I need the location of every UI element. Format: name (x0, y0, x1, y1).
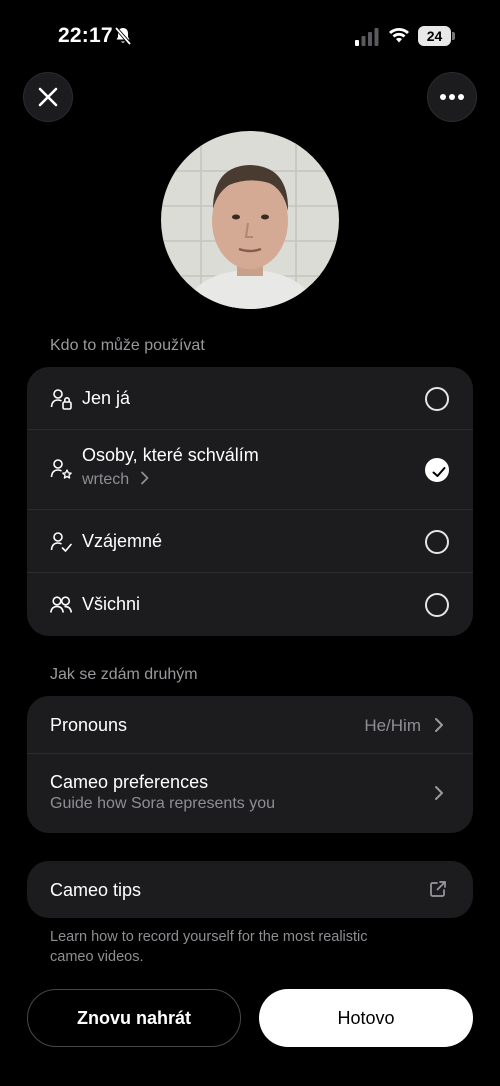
cameo-tips-row[interactable]: Cameo tips (27, 861, 473, 918)
usage-section-title: Kdo to může používat (50, 337, 205, 354)
cameo-avatar (161, 131, 339, 309)
external-link-icon (430, 881, 446, 897)
wifi-icon (389, 28, 409, 43)
pronouns-row[interactable]: Pronouns He/Him (27, 696, 473, 754)
chevron-right-icon (435, 718, 443, 732)
people-icon (50, 596, 72, 613)
rerecord-label: Znovu nahrát (76, 1007, 191, 1028)
battery-level: 24 (426, 28, 443, 44)
pronouns-value: He/Him (364, 716, 421, 735)
chevron-right-icon (435, 786, 443, 800)
cameo-preferences-subtitle: Guide how Sora represents you (50, 795, 276, 812)
close-button[interactable] (23, 72, 73, 122)
cameo-tips-footnote: Learn how to record yourself for the mos… (50, 929, 368, 965)
person-check-icon (50, 532, 72, 552)
person-lock-icon (50, 389, 72, 410)
done-button[interactable]: Hotovo (259, 989, 473, 1047)
close-icon (38, 87, 58, 107)
option-approved-people[interactable]: Osoby, které schválím wrtech (27, 430, 473, 510)
usage-options-card: Jen já Osoby, které schválím wrtech Vzáj… (27, 367, 473, 636)
status-time: 22:17 (58, 24, 113, 47)
option-everyone[interactable]: Všichni (27, 573, 473, 636)
rerecord-button[interactable]: Znovu nahrát (27, 989, 241, 1047)
checkmark-icon (432, 467, 446, 477)
bell-slash-icon (114, 26, 132, 46)
approved-group-link[interactable]: wrtech (82, 471, 150, 489)
more-options-button[interactable] (427, 72, 477, 122)
more-horizontal-icon (440, 94, 464, 100)
option-label: Osoby, které schválím (82, 445, 259, 465)
option-label: Všichni (82, 594, 141, 614)
pronouns-label: Pronouns (50, 715, 128, 735)
status-bar: 22:17 24 (0, 0, 500, 72)
battery-indicator: 24 (418, 26, 455, 46)
person-star-icon (50, 459, 72, 479)
option-label: Jen já (82, 388, 131, 408)
option-mutual[interactable]: Vzájemné (27, 510, 473, 573)
cameo-preferences-row[interactable]: Cameo preferences Guide how Sora represe… (27, 754, 473, 833)
appearance-card: Pronouns He/Him Cameo preferences Guide … (27, 696, 473, 833)
radio-unselected[interactable] (425, 593, 449, 617)
radio-selected[interactable] (425, 458, 449, 482)
cameo-tips-card[interactable]: Cameo tips (27, 861, 473, 918)
appearance-section-title: Jak se zdám druhým (50, 666, 198, 683)
radio-unselected[interactable] (425, 387, 449, 411)
cameo-preferences-label: Cameo preferences (50, 772, 209, 792)
chevron-right-icon (140, 471, 148, 485)
approved-group-name: wrtech (82, 471, 130, 488)
done-label: Hotovo (337, 1007, 395, 1028)
signal-icon (355, 28, 379, 46)
cameo-tips-label: Cameo tips (50, 880, 142, 900)
option-label: Vzájemné (82, 531, 163, 551)
radio-unselected[interactable] (425, 530, 449, 554)
option-only-me[interactable]: Jen já (27, 367, 473, 430)
